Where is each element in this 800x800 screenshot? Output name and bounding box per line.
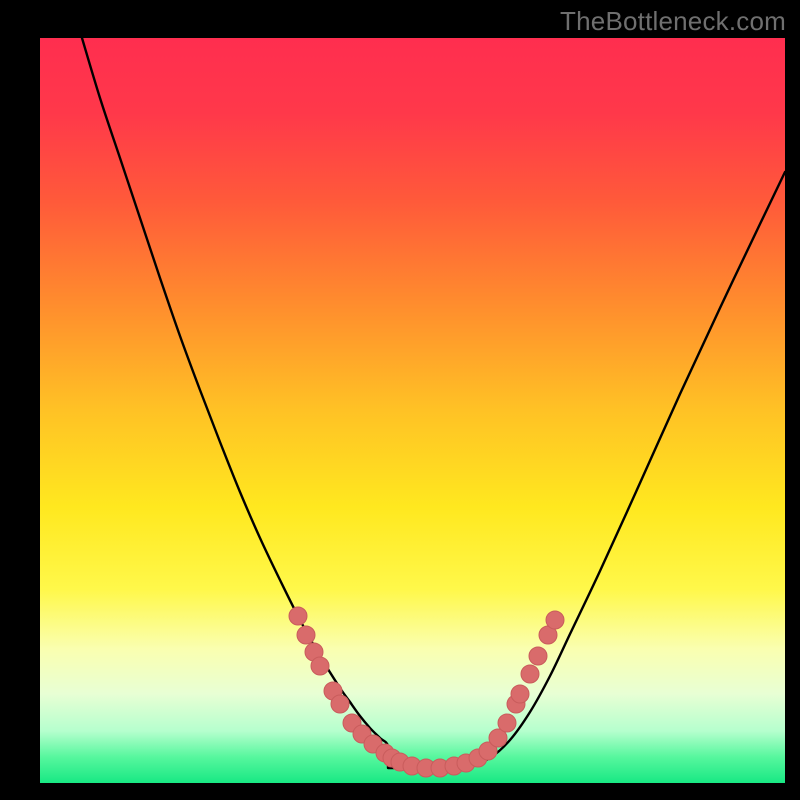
marker-dot bbox=[331, 695, 349, 713]
marker-dot bbox=[297, 626, 315, 644]
marker-dot bbox=[546, 611, 564, 629]
bottleneck-curve bbox=[82, 38, 785, 768]
highlight-dots bbox=[289, 607, 564, 777]
watermark-text: TheBottleneck.com bbox=[560, 6, 786, 37]
marker-dot bbox=[511, 685, 529, 703]
marker-dot bbox=[311, 657, 329, 675]
marker-dot bbox=[289, 607, 307, 625]
chart-frame: TheBottleneck.com bbox=[0, 0, 800, 800]
marker-dot bbox=[521, 665, 539, 683]
marker-dot bbox=[498, 714, 516, 732]
marker-dot bbox=[529, 647, 547, 665]
plot-area bbox=[40, 38, 785, 783]
curve-layer bbox=[40, 38, 785, 783]
